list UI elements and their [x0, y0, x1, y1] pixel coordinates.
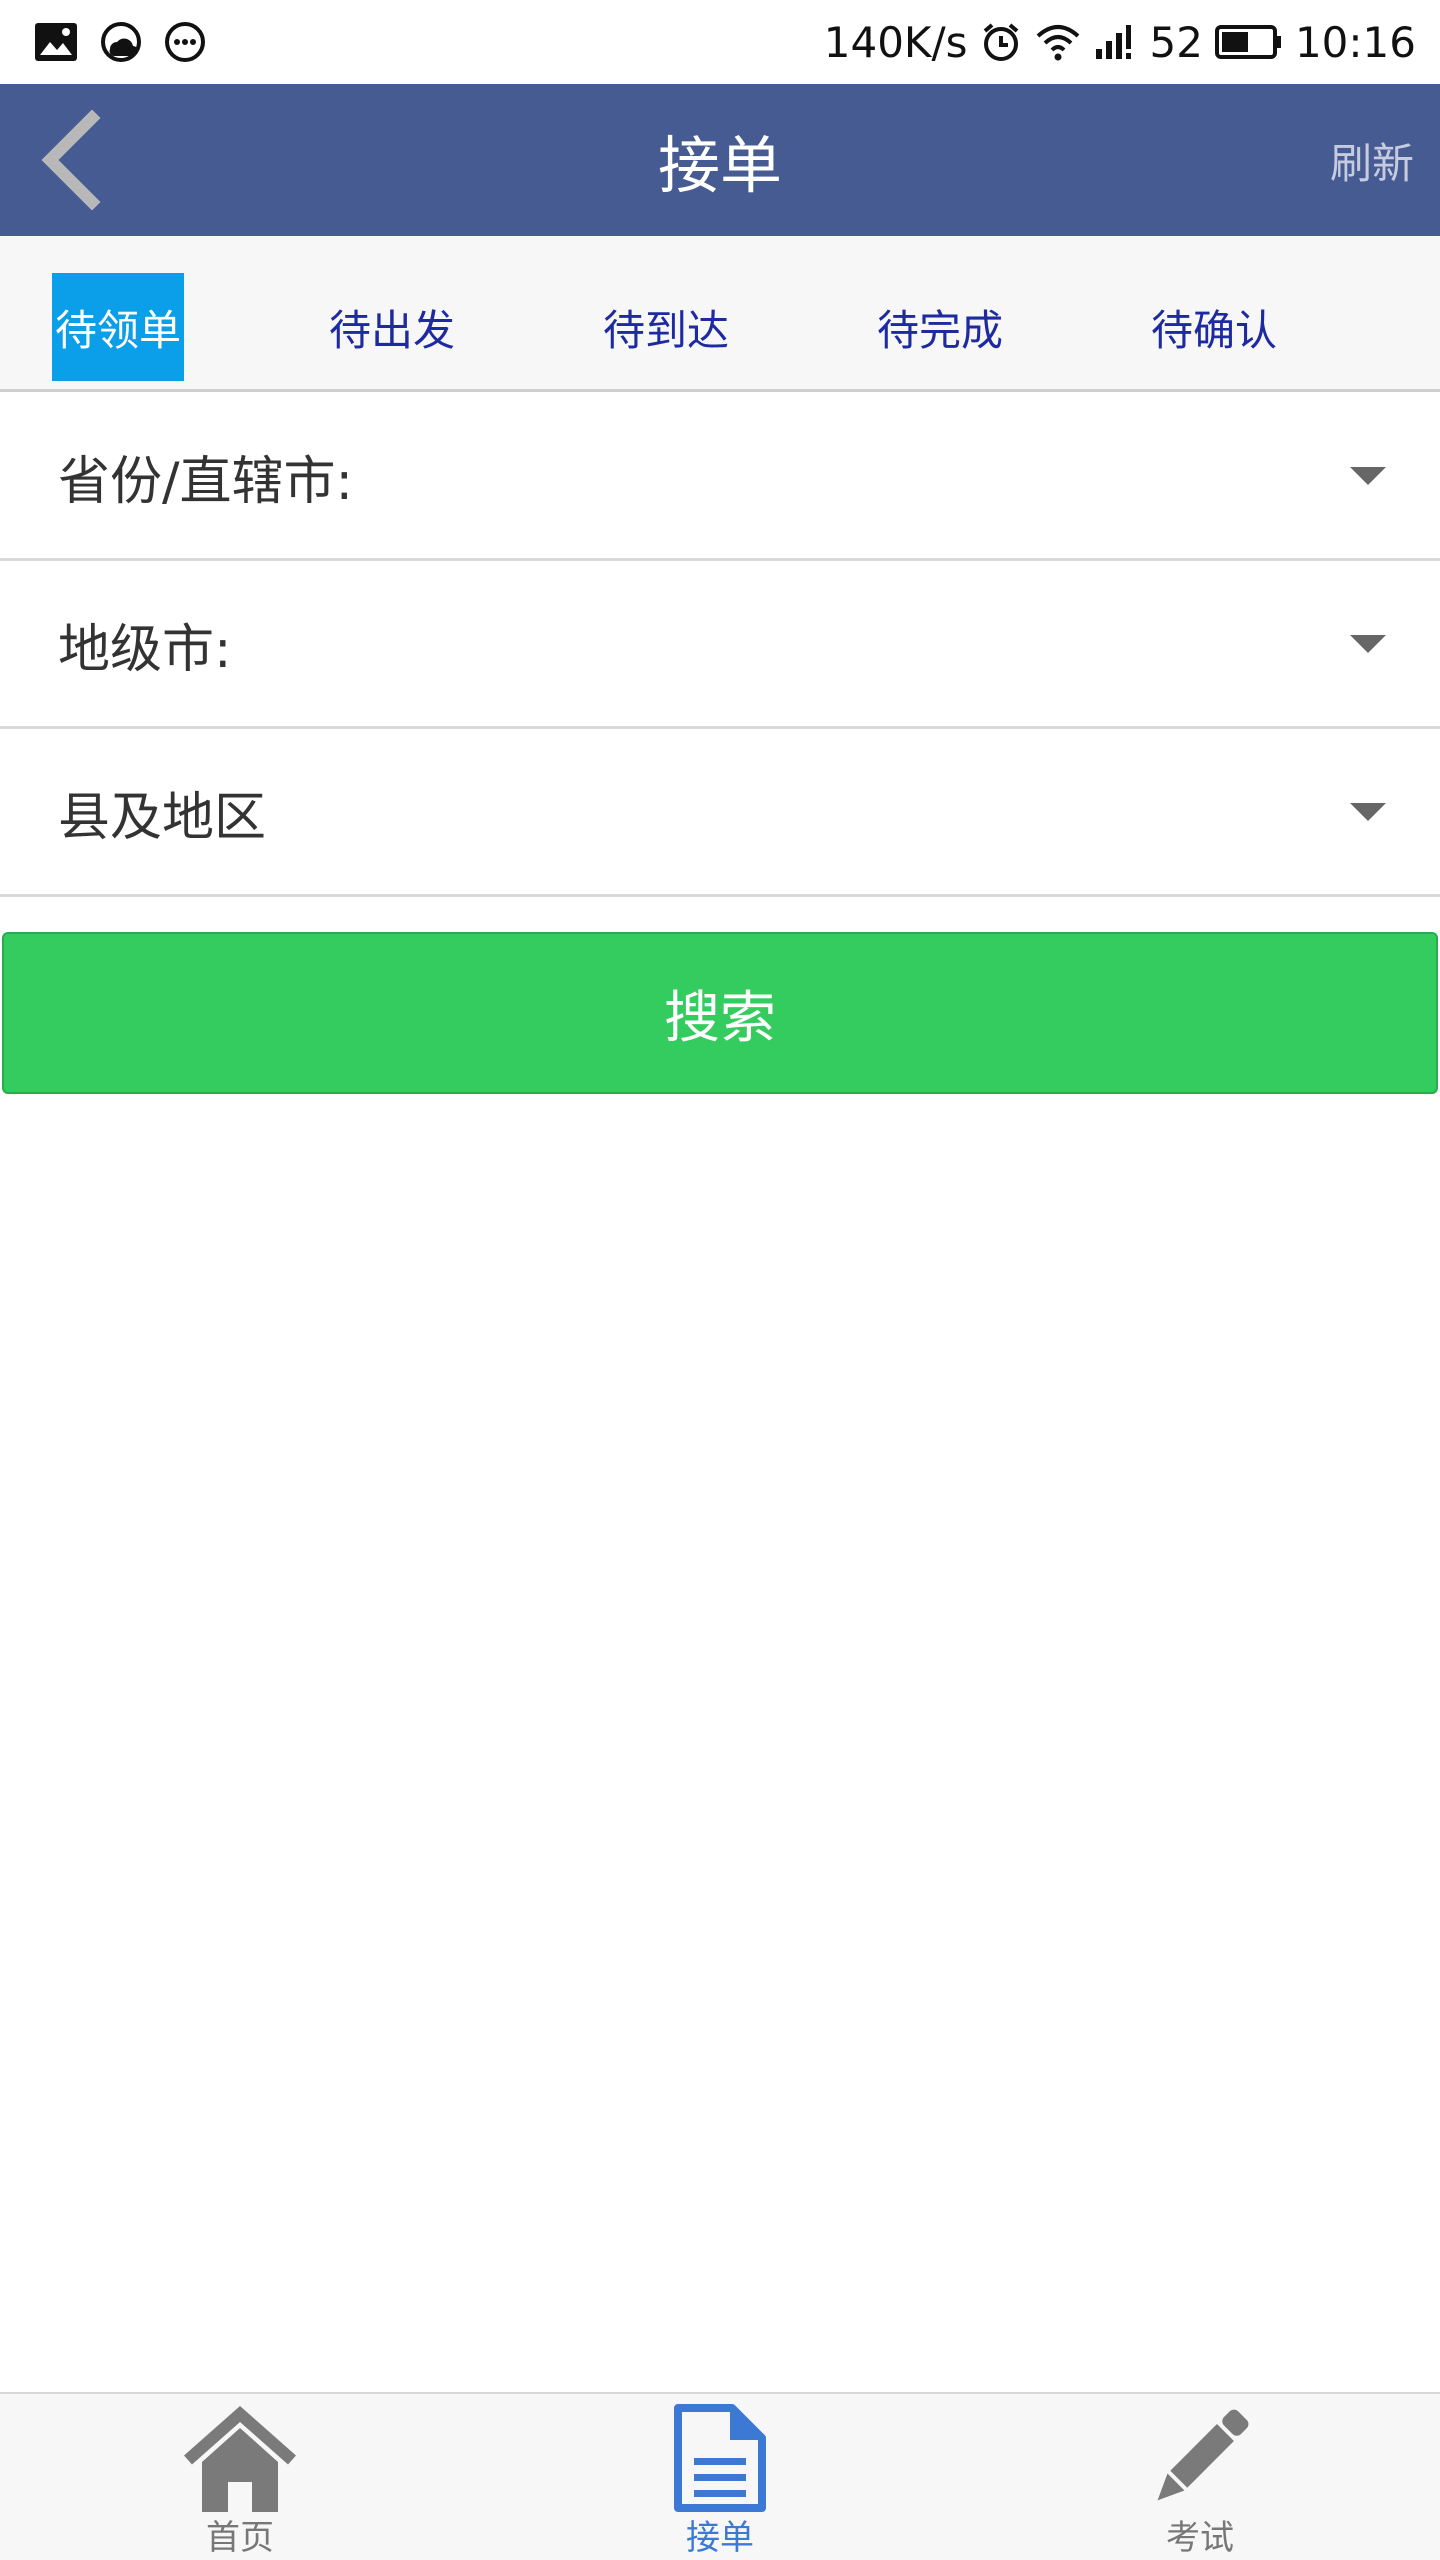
- county-select[interactable]: 县及地区: [0, 731, 1440, 897]
- back-button[interactable]: [26, 110, 116, 210]
- county-label: 县及地区: [58, 788, 267, 848]
- weather-icon: [100, 21, 142, 63]
- tab-pending-accept[interactable]: 待领单: [52, 273, 184, 381]
- battery-level: 52: [1149, 17, 1203, 67]
- clock: 10:16: [1294, 17, 1416, 67]
- nav-item-home[interactable]: 首页: [120, 2394, 360, 2560]
- status-left-icons: [34, 21, 206, 63]
- page-title: 接单: [657, 129, 782, 202]
- network-speed: 140K/s: [823, 17, 968, 67]
- tab-pending-depart[interactable]: 待出发: [326, 273, 458, 381]
- bottom-nav: 首页 接单 考试: [0, 2392, 1440, 2560]
- city-select[interactable]: 地级市:: [0, 563, 1440, 729]
- tab-pending-confirm[interactable]: 待确认: [1148, 273, 1280, 381]
- signal-icon: [1094, 23, 1138, 61]
- nav-item-exam[interactable]: 考试: [1080, 2394, 1320, 2560]
- home-icon: [184, 2406, 296, 2512]
- nav-item-orders[interactable]: 接单: [600, 2394, 840, 2560]
- tab-pending-arrive[interactable]: 待到达: [600, 273, 732, 381]
- caret-down-icon: [1350, 467, 1386, 485]
- chevron-left-icon: [41, 110, 101, 210]
- alarm-icon: [980, 21, 1022, 63]
- app-bar: 接单 刷新: [0, 84, 1440, 236]
- province-label: 省份/直辖市:: [58, 452, 354, 512]
- image-icon: [34, 22, 78, 62]
- nav-label-home: 首页: [206, 2518, 274, 2558]
- tab-pending-complete[interactable]: 待完成: [874, 273, 1006, 381]
- status-bar: 140K/s 52 10:16: [0, 0, 1440, 84]
- status-right: 140K/s 52 10:16: [824, 18, 1416, 67]
- refresh-button[interactable]: 刷新: [1330, 84, 1414, 236]
- status-tabs: 待领单 待出发 待到达 待完成 待确认: [0, 236, 1440, 392]
- nav-label-exam: 考试: [1166, 2518, 1234, 2558]
- search-button[interactable]: 搜索: [2, 932, 1438, 1094]
- pencil-icon: [1157, 2409, 1249, 2501]
- city-label: 地级市:: [58, 620, 232, 680]
- wifi-icon: [1034, 22, 1082, 62]
- more-dots-icon: [164, 21, 206, 63]
- caret-down-icon: [1350, 803, 1386, 821]
- nav-label-orders: 接单: [686, 2518, 754, 2558]
- province-select[interactable]: 省份/直辖市:: [0, 395, 1440, 561]
- document-icon: [674, 2404, 766, 2512]
- battery-icon: [1214, 24, 1283, 60]
- caret-down-icon: [1350, 635, 1386, 653]
